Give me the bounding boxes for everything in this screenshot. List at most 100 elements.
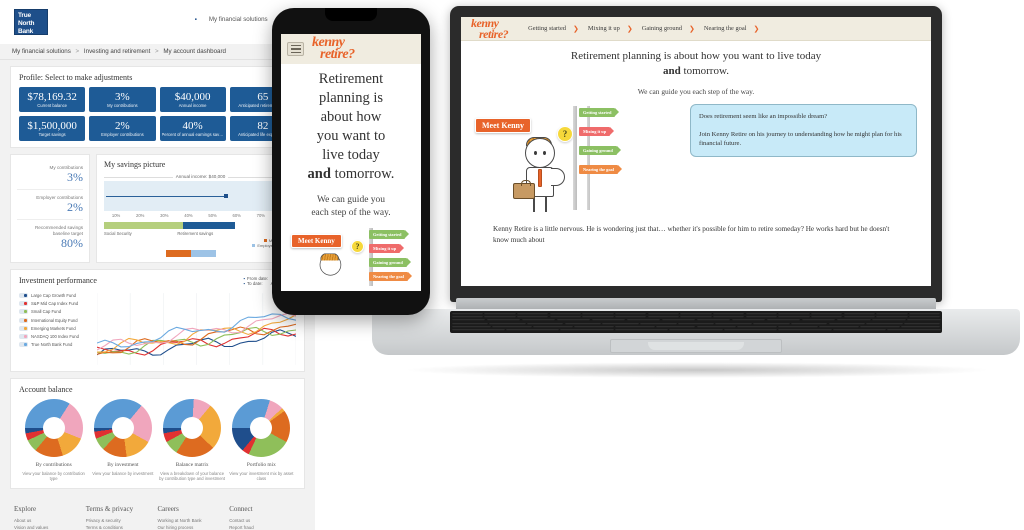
fund-legend-item[interactable]: Small Cap Fund bbox=[19, 309, 97, 315]
keyboard-key[interactable] bbox=[526, 322, 564, 325]
keyboard-key[interactable] bbox=[887, 329, 941, 332]
profile-stat-card[interactable]: $40,000 Annual income bbox=[159, 87, 226, 112]
keyboard-key[interactable] bbox=[696, 319, 731, 322]
keyboard-key[interactable] bbox=[451, 319, 486, 322]
keyboard-key[interactable] bbox=[723, 329, 778, 332]
fund-legend-item[interactable]: International Equity Fund bbox=[19, 317, 97, 323]
keyboard-key[interactable] bbox=[819, 325, 859, 329]
true-north-bank-logo[interactable]: True North Bank bbox=[14, 9, 48, 35]
keyboard-key[interactable] bbox=[810, 315, 843, 319]
keyboard-key[interactable] bbox=[484, 315, 516, 319]
footer-link[interactable]: Report fraud bbox=[229, 524, 301, 530]
footer-link[interactable]: Privacy & security bbox=[86, 517, 158, 524]
keyboard-key[interactable] bbox=[908, 315, 941, 319]
footer-link[interactable]: Our hiring process bbox=[158, 524, 230, 530]
keyboard-key[interactable] bbox=[564, 322, 602, 325]
keyboard-key[interactable] bbox=[712, 315, 745, 319]
fund-legend-item[interactable]: S&P Mid Cap Index Fund bbox=[19, 301, 97, 307]
profile-stat-card[interactable]: 40% Percent of annual earnings saved bbox=[159, 116, 226, 141]
keyboard-key[interactable] bbox=[745, 312, 778, 315]
keyboard-key[interactable] bbox=[451, 315, 483, 319]
keyboard-key[interactable] bbox=[486, 319, 521, 322]
keyboard-key[interactable] bbox=[696, 325, 737, 329]
savings-slider-handle[interactable] bbox=[223, 194, 228, 198]
donut-chart[interactable] bbox=[24, 399, 83, 457]
keyboard-key[interactable] bbox=[451, 329, 505, 332]
keyboard-key[interactable] bbox=[832, 329, 887, 332]
sign-gaining-ground[interactable]: Gaining ground bbox=[579, 146, 621, 155]
phone-sign-getting-started[interactable]: Getting started bbox=[369, 230, 410, 239]
keyboard-key[interactable] bbox=[574, 325, 614, 329]
keyboard-key[interactable] bbox=[859, 325, 900, 329]
sign-getting-started[interactable]: Getting started bbox=[579, 108, 620, 117]
keyboard-key[interactable] bbox=[614, 315, 647, 319]
fund-legend-item[interactable]: NASDAQ 100 Index Fund bbox=[19, 333, 97, 339]
keyboard-key[interactable] bbox=[505, 329, 560, 332]
nav-link[interactable]: Mixing it up bbox=[588, 25, 620, 32]
meet-kenny-label[interactable]: Meet Kenny bbox=[475, 118, 531, 133]
keyboard-key[interactable] bbox=[614, 325, 655, 329]
hamburger-icon[interactable] bbox=[287, 42, 304, 56]
keyboard-key[interactable] bbox=[680, 312, 712, 315]
keyboard-key[interactable] bbox=[810, 312, 843, 315]
keyboard-key[interactable] bbox=[745, 315, 778, 319]
keyboard-key[interactable] bbox=[626, 319, 661, 322]
sign-nearing-the-goal[interactable]: Nearing the goal bbox=[579, 165, 622, 174]
keyboard-key[interactable] bbox=[677, 322, 715, 325]
phone-sign-mixing-it-up[interactable]: Mixing it up bbox=[369, 244, 405, 253]
keyboard-key[interactable] bbox=[731, 319, 766, 322]
keyboard-key[interactable] bbox=[521, 319, 556, 322]
fund-legend-item[interactable]: True North Bank Fund bbox=[19, 342, 97, 348]
keyboard-key[interactable] bbox=[556, 319, 591, 322]
keyboard-key[interactable] bbox=[647, 312, 680, 315]
profile-stat-card[interactable]: 3% My contributions bbox=[89, 87, 156, 112]
keyboard-key[interactable] bbox=[669, 329, 723, 332]
donut-chart-cell[interactable]: By contributions View your balance by con… bbox=[19, 399, 88, 482]
keyboard-key[interactable] bbox=[602, 322, 639, 325]
keyboard-key[interactable] bbox=[778, 315, 810, 319]
keyboard-key[interactable] bbox=[801, 319, 836, 322]
keyboard-key[interactable] bbox=[737, 325, 778, 329]
keyboard-key[interactable] bbox=[712, 312, 745, 315]
breadcrumb-item-0[interactable]: My financial solutions bbox=[12, 48, 71, 55]
keyboard-key[interactable] bbox=[843, 312, 876, 315]
keyboard-key[interactable] bbox=[582, 315, 614, 319]
keyboard-key[interactable] bbox=[753, 322, 790, 325]
savings-slider-track[interactable] bbox=[104, 181, 297, 211]
kenny-retire-logo[interactable]: kenny retire? bbox=[312, 35, 355, 62]
profile-stat-card[interactable]: $78,169.32 Current balance bbox=[19, 87, 86, 112]
profile-stat-card[interactable]: $1,500,000 Target savings bbox=[19, 116, 86, 141]
keyboard-key[interactable] bbox=[778, 312, 810, 315]
donut-chart[interactable] bbox=[163, 399, 222, 457]
keyboard-key[interactable] bbox=[582, 312, 614, 315]
keyboard-key[interactable] bbox=[908, 312, 941, 315]
nav-link[interactable]: Gaining ground bbox=[642, 25, 682, 32]
keyboard-key[interactable] bbox=[484, 312, 516, 315]
keyboard-key[interactable] bbox=[836, 319, 871, 322]
sign-mixing-it-up[interactable]: Mixing it up bbox=[579, 127, 615, 136]
footer-link[interactable]: Terms & conditions bbox=[86, 524, 158, 530]
keyboard-key[interactable] bbox=[549, 315, 581, 319]
keyboard-key[interactable] bbox=[614, 312, 647, 315]
footer-link[interactable]: About us bbox=[14, 517, 86, 524]
keyboard-key[interactable] bbox=[647, 315, 680, 319]
keyboard-key[interactable] bbox=[614, 329, 669, 332]
keyboard-key[interactable] bbox=[680, 315, 712, 319]
footer-link[interactable]: Working at North Bank bbox=[158, 517, 230, 524]
phone-meet-kenny-label[interactable]: Meet Kenny bbox=[291, 234, 342, 248]
profile-stat-card[interactable]: 2% Employer contributions bbox=[89, 116, 156, 141]
keyboard-key[interactable] bbox=[778, 325, 818, 329]
keyboard-key[interactable] bbox=[516, 312, 549, 315]
footer-link[interactable]: Contact us bbox=[229, 517, 301, 524]
keyboard-key[interactable] bbox=[516, 315, 549, 319]
keyboard-key[interactable] bbox=[451, 325, 492, 329]
keyboard-key[interactable] bbox=[591, 319, 626, 322]
keyboard-key[interactable] bbox=[871, 319, 906, 322]
keyboard-key[interactable] bbox=[655, 325, 696, 329]
keyboard-key[interactable] bbox=[489, 322, 526, 325]
kenny-retire-logo[interactable]: kenny retire? bbox=[471, 17, 509, 39]
keyboard-key[interactable] bbox=[903, 322, 941, 325]
breadcrumb-item-1[interactable]: Investing and retirement bbox=[84, 48, 150, 55]
keyboard-key[interactable] bbox=[640, 322, 677, 325]
keyboard-key[interactable] bbox=[492, 325, 532, 329]
